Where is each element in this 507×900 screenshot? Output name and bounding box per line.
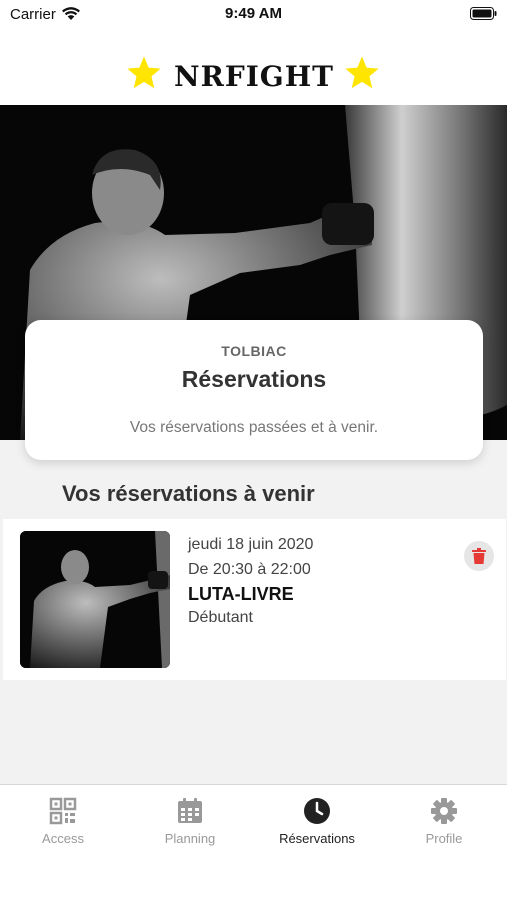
calendar-icon — [178, 798, 202, 823]
page-subtitle: Vos réservations passées et à venir. — [129, 419, 379, 436]
status-bar: Carrier 9:49 AM — [0, 0, 507, 30]
upcoming-section-title: Vos réservations à venir — [62, 481, 315, 506]
gear-icon — [431, 798, 457, 824]
brand-logo: NRFIGHT — [173, 60, 335, 93]
star-icon — [127, 56, 161, 89]
tab-reservations[interactable]: Réservations — [254, 797, 380, 846]
booking-time-range: De 20:30 à 22:00 — [188, 561, 311, 578]
star-icon — [345, 56, 379, 89]
qr-code-icon — [49, 797, 77, 825]
booking-card[interactable]: jeudi 18 juin 2020 De 20:30 à 22:00 LUTA… — [3, 519, 506, 680]
clock-icon — [304, 798, 330, 824]
tab-label: Réservations — [279, 831, 355, 846]
page-header-card: TOLBIAC Réservations Vos réservations pa… — [25, 320, 483, 460]
location-label: TOLBIAC — [221, 343, 287, 359]
app-header: NRFIGHT — [0, 30, 507, 105]
status-time: 9:49 AM — [225, 5, 282, 22]
page-title: Réservations — [181, 366, 327, 392]
bottom-tab-bar: Access Planning Réservations Profile — [0, 784, 507, 900]
tab-label: Access — [42, 831, 84, 846]
booking-level: Débutant — [188, 609, 253, 626]
battery-icon — [470, 7, 497, 20]
tab-profile[interactable]: Profile — [381, 797, 507, 846]
booking-class-name: LUTA-LIVRE — [188, 584, 294, 604]
class-thumbnail — [20, 531, 170, 668]
tab-label: Planning — [164, 831, 216, 846]
tab-planning[interactable]: Planning — [127, 797, 253, 846]
booking-date: jeudi 18 juin 2020 — [188, 536, 314, 553]
tab-label: Profile — [425, 831, 463, 846]
tab-access[interactable]: Access — [0, 797, 126, 846]
delete-booking-button[interactable] — [464, 541, 494, 571]
trash-icon — [472, 548, 486, 564]
